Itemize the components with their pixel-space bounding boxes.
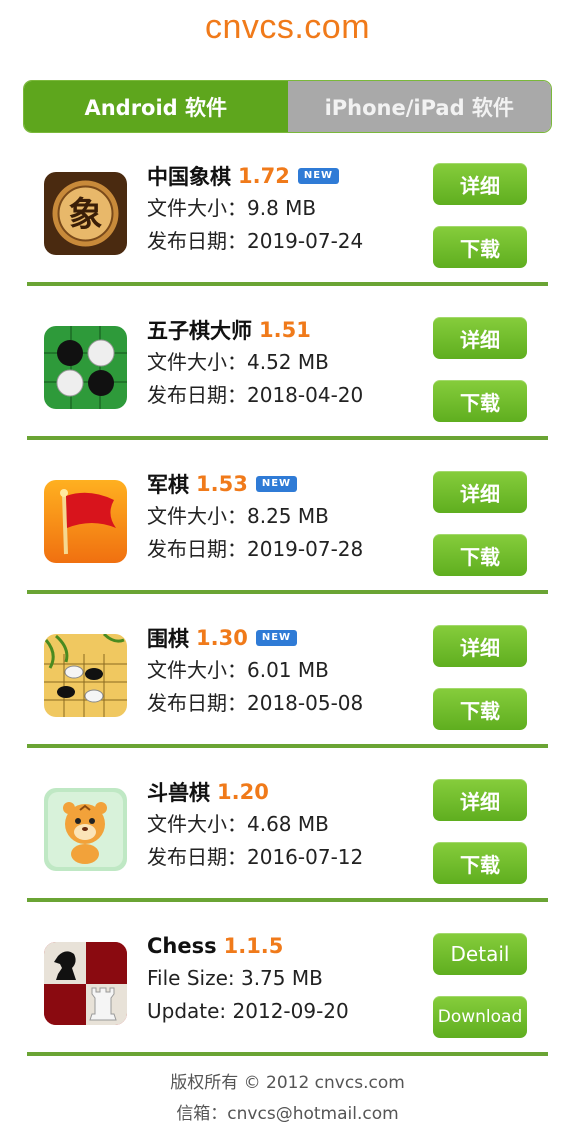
release-date: 发布日期：2018-04-20 (147, 383, 364, 407)
tab-iphone-ipad[interactable]: iPhone/iPad 软件 (287, 81, 551, 132)
gomoku-icon[interactable] (44, 326, 127, 409)
release-date: 发布日期：2019-07-24 (147, 229, 364, 253)
detail-button[interactable]: 详细 (433, 471, 527, 513)
release-date: 发布日期：2018-05-08 (147, 691, 364, 715)
release-date: 发布日期：2019-07-28 (147, 537, 364, 561)
app-name[interactable]: 围棋 (147, 623, 189, 653)
site-title[interactable]: cnvcs.com (0, 8, 575, 47)
download-button[interactable]: 下载 (433, 688, 527, 730)
detail-button[interactable]: 详细 (433, 779, 527, 821)
download-button[interactable]: 下载 (433, 226, 527, 268)
app-version: 1.30 (196, 626, 248, 650)
download-button[interactable]: Download (433, 996, 527, 1038)
footer: 版权所有 © 2012 cnvcs.com 信箱：cnvcs@hotmail.c… (0, 1068, 575, 1130)
download-button[interactable]: 下载 (433, 380, 527, 422)
file-size: 文件大小：8.25 MB (147, 504, 329, 528)
chess-icon[interactable] (44, 942, 127, 1025)
app-version: 1.72 (238, 164, 290, 188)
download-button[interactable]: 下载 (433, 842, 527, 884)
separator (27, 1052, 548, 1056)
detail-button[interactable]: 详细 (433, 163, 527, 205)
file-size: 文件大小：4.68 MB (147, 812, 329, 836)
app-item-doushouqi: 斗兽棋 1.20 文件大小：4.68 MB 发布日期：2016-07-12 详细… (0, 748, 575, 902)
app-name[interactable]: 斗兽棋 (147, 777, 210, 807)
app-list: 象 中国象棋 1.72 NEW 文件大小：9.8 MB 发布日期：2019-07… (0, 132, 575, 1056)
tab-android[interactable]: Android 软件 (24, 81, 288, 132)
detail-button[interactable]: Detail (433, 933, 527, 975)
app-name[interactable]: 中国象棋 (147, 161, 231, 191)
file-size: 文件大小：9.8 MB (147, 196, 317, 220)
new-badge: NEW (297, 168, 340, 184)
app-name[interactable]: Chess (147, 934, 217, 958)
app-version: 1.20 (217, 780, 269, 804)
contact-email[interactable]: 信箱：cnvcs@hotmail.com (0, 1099, 575, 1130)
app-item-xiangqi: 象 中国象棋 1.72 NEW 文件大小：9.8 MB 发布日期：2019-07… (0, 132, 575, 286)
new-badge: NEW (255, 630, 298, 646)
detail-button[interactable]: 详细 (433, 317, 527, 359)
go-board-icon[interactable] (44, 634, 127, 717)
app-name[interactable]: 军棋 (147, 469, 189, 499)
app-version: 1.53 (196, 472, 248, 496)
file-size: 文件大小：4.52 MB (147, 350, 329, 374)
new-badge: NEW (255, 476, 298, 492)
tiger-icon[interactable] (44, 788, 127, 871)
app-version: 1.51 (259, 318, 311, 342)
svg-text:象: 象 (69, 195, 103, 235)
app-item-gomoku: 五子棋大师 1.51 文件大小：4.52 MB 发布日期：2018-04-20 … (0, 286, 575, 440)
copyright-text: 版权所有 © 2012 cnvcs.com (170, 1073, 405, 1093)
platform-tabs: Android 软件 iPhone/iPad 软件 (24, 81, 551, 132)
file-size: File Size: 3.75 MB (147, 966, 323, 990)
app-name[interactable]: 五子棋大师 (147, 315, 252, 345)
xiangqi-icon[interactable]: 象 (44, 172, 127, 255)
file-size: 文件大小：6.01 MB (147, 658, 329, 682)
app-item-junqi: 军棋 1.53 NEW 文件大小：8.25 MB 发布日期：2019-07-28… (0, 440, 575, 594)
release-date: Update: 2012-09-20 (147, 999, 349, 1023)
app-version: 1.1.5 (223, 934, 284, 958)
download-button[interactable]: 下载 (433, 534, 527, 576)
release-date: 发布日期：2016-07-12 (147, 845, 364, 869)
detail-button[interactable]: 详细 (433, 625, 527, 667)
app-item-chess: Chess 1.1.5 File Size: 3.75 MB Update: 2… (0, 902, 575, 1056)
red-flag-icon[interactable] (44, 480, 127, 563)
app-item-weiqi: 围棋 1.30 NEW 文件大小：6.01 MB 发布日期：2018-05-08… (0, 594, 575, 748)
